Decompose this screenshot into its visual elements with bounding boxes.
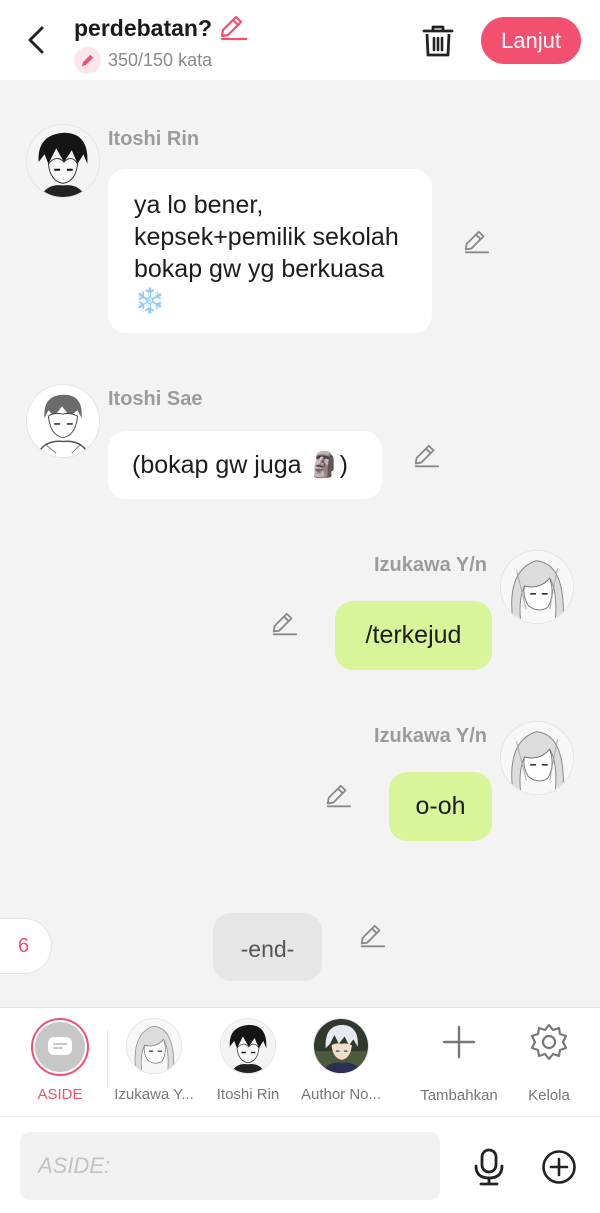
aside-avatar <box>31 1018 89 1076</box>
tool-label: Tambahkan <box>420 1087 498 1104</box>
add-character-button[interactable]: Tambahkan <box>414 1022 504 1104</box>
back-button[interactable] <box>22 22 52 58</box>
character-label: Izukawa Y... <box>114 1086 194 1103</box>
edit-message-button[interactable] <box>324 782 352 810</box>
message-bubble[interactable]: /terkejud <box>335 601 492 670</box>
message-author: Itoshi Rin <box>108 128 200 150</box>
plus-icon <box>442 1025 476 1059</box>
pencil-icon <box>464 230 490 254</box>
tool-label: Kelola <box>528 1087 570 1104</box>
character-avatar <box>126 1018 182 1074</box>
character-portrait <box>501 722 573 794</box>
delete-button[interactable] <box>420 22 456 60</box>
character-author-note[interactable]: Author No... <box>298 1018 384 1103</box>
manage-button[interactable]: Kelola <box>519 1022 579 1104</box>
voice-button[interactable] <box>471 1147 507 1187</box>
message-bubble[interactable]: (bokap gw juga 🗿) <box>108 431 382 499</box>
chat-bubble-icon <box>48 1037 72 1055</box>
pencil-icon <box>81 54 94 67</box>
avatar-itoshi-sae[interactable] <box>26 384 100 458</box>
gear-icon <box>530 1023 568 1061</box>
pencil-icon <box>360 924 386 948</box>
character-portrait <box>501 551 573 623</box>
story-title-wrap: perdebatan? <box>74 14 248 42</box>
message-bubble[interactable]: o-oh <box>389 772 492 841</box>
divider <box>107 1030 108 1088</box>
plus-circle-icon <box>542 1150 576 1184</box>
edit-message-button[interactable] <box>358 922 386 950</box>
avatar-izukawa[interactable] <box>500 550 574 624</box>
word-count-text: 350/150 kata <box>108 50 213 70</box>
pencil-icon <box>272 612 298 636</box>
chat-area[interactable]: Itoshi Rin ya lo bener, kepsek+pemilik s… <box>0 80 600 1007</box>
character-portrait <box>27 125 99 197</box>
add-button[interactable] <box>541 1149 577 1185</box>
character-label: Itoshi Rin <box>216 1086 280 1103</box>
character-label: ASIDE <box>37 1086 83 1103</box>
edit-title-button[interactable] <box>218 14 248 42</box>
story-title: perdebatan? <box>74 14 213 41</box>
message-bubble[interactable]: ya lo bener, kepsek+pemilik sekolah boka… <box>108 169 432 333</box>
pencil-icon <box>414 444 440 468</box>
pencil-icon <box>326 784 352 808</box>
edit-message-button[interactable] <box>462 228 490 256</box>
character-izukawa[interactable]: Izukawa Y... <box>112 1018 196 1103</box>
next-button[interactable]: Lanjut <box>481 17 581 64</box>
message-input[interactable] <box>20 1132 440 1200</box>
edit-message-button[interactable] <box>270 610 298 638</box>
character-label: Author No... <box>300 1086 382 1103</box>
bottom-panel: ASIDE Izukawa Y... Itoshi Rin Author No.… <box>0 1007 600 1213</box>
composer <box>0 1116 600 1213</box>
avatar-izukawa[interactable] <box>500 721 574 795</box>
avatar-itoshi-rin[interactable] <box>26 124 100 198</box>
top-bar: perdebatan? 350/150 kata Lanjut <box>0 0 600 80</box>
word-count-badge <box>74 47 101 74</box>
pencil-icon <box>221 15 248 41</box>
aside-bubble[interactable]: -end- <box>213 913 322 981</box>
edit-message-button[interactable] <box>412 442 440 470</box>
character-aside[interactable]: ASIDE <box>26 1018 94 1103</box>
back-arrow-icon <box>28 26 44 54</box>
trash-icon <box>422 25 454 57</box>
message-author: Izukawa Y/n <box>374 554 488 576</box>
character-avatar <box>313 1018 369 1074</box>
character-avatar <box>220 1018 276 1074</box>
character-portrait <box>27 385 99 457</box>
word-count: 350/150 kata <box>74 47 212 74</box>
message-author: Izukawa Y/n <box>374 725 488 747</box>
mic-icon <box>474 1148 504 1186</box>
character-itoshi-rin[interactable]: Itoshi Rin <box>206 1018 290 1103</box>
message-author: Itoshi Sae <box>108 388 203 410</box>
